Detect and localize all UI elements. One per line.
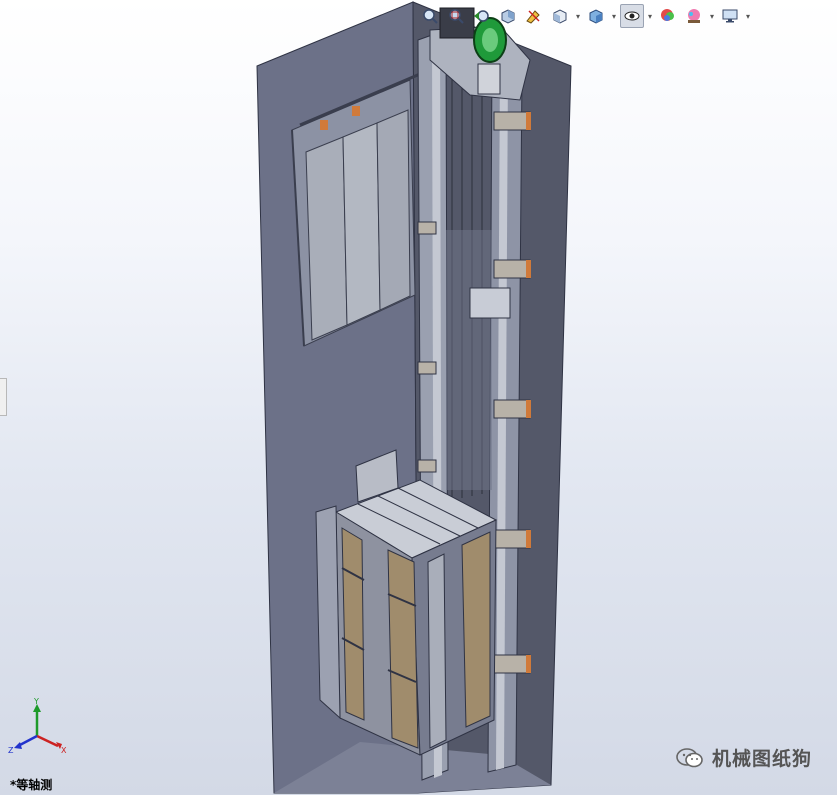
x-axis-line [36,734,59,748]
hide-show-items-icon [624,11,640,21]
hide-show-items-dropdown[interactable]: ▾ [646,12,654,21]
view-settings-button[interactable] [718,4,742,28]
previous-view-icon [474,10,489,22]
display-style-icon [589,9,603,24]
previous-view-button[interactable] [470,4,494,28]
reference-triad: Y X Z [8,698,67,755]
display-style-dropdown[interactable]: ▾ [610,12,618,21]
z-axis-label: Z [8,746,14,755]
watermark-text: 机械图纸狗 [712,748,813,770]
view-settings-icon [722,9,738,23]
view-orientation-icon [553,9,567,24]
graphics-viewport[interactable]: ▾ ▾ ▾ ▾ ▾ Y X Z *等轴测 机械图纸狗 [0,0,837,795]
apply-scene-icon [688,9,700,23]
zoom-to-fit-icon [423,9,438,24]
z-axis-line [17,734,38,748]
y-axis-label: Y [33,698,39,706]
apply-scene-button[interactable] [682,4,706,28]
x-axis-label: X [61,746,67,755]
dynamic-annotation-icon [526,10,540,24]
zoom-to-area-button[interactable] [444,4,468,28]
hide-show-items-button[interactable] [620,4,644,28]
edit-appearance-button[interactable] [656,4,680,28]
view-settings-dropdown[interactable]: ▾ [744,12,752,21]
watermark: 机械图纸狗 [676,744,812,771]
display-style-button[interactable] [584,4,608,28]
heads-up-view-toolbar: ▾ ▾ ▾ ▾ ▾ [418,2,752,30]
dynamic-annotation-button[interactable] [522,4,546,28]
zoom-to-area-icon [449,9,464,24]
view-orientation-dropdown[interactable]: ▾ [574,12,582,21]
section-view-button[interactable] [496,4,520,28]
section-view-icon [501,9,515,24]
view-orientation-button[interactable] [548,4,572,28]
edit-appearance-icon [661,9,674,21]
wechat-icon [676,747,703,767]
elevator-model[interactable] [0,0,837,795]
feature-manager-flyout-handle[interactable] [0,378,7,416]
zoom-to-fit-button[interactable] [418,4,442,28]
apply-scene-dropdown[interactable]: ▾ [708,12,716,21]
view-orientation-label: *等轴测 [10,778,53,792]
